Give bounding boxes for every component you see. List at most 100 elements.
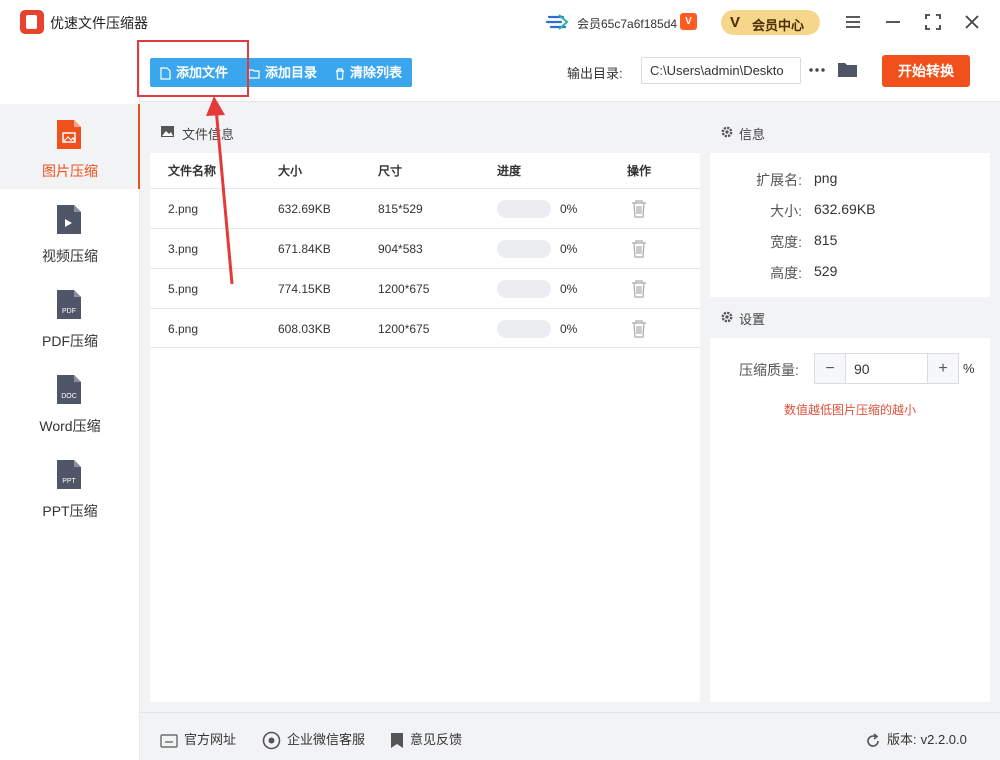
member-id: 会员65c7a6f185d4: [577, 17, 678, 31]
feedback-link[interactable]: 意见反馈: [390, 729, 462, 749]
progress-text: 0%: [560, 242, 578, 256]
percent-unit: %: [963, 361, 975, 376]
image-icon: [161, 126, 174, 137]
sidebar: 图片压缩 视频压缩 PDF PDF压缩 DOC Word压缩 PPT PPT压缩: [0, 44, 140, 760]
file-size: 774.15KB: [278, 282, 331, 296]
ppt-file-icon: PPT: [57, 460, 81, 489]
sidebar-item-label: Word压缩: [39, 418, 101, 434]
refresh-icon: [867, 732, 879, 747]
quality-input[interactable]: 90: [854, 361, 870, 377]
size-value: 632.69KB: [814, 201, 876, 217]
feedback-icon: [391, 733, 403, 749]
file-size: 671.84KB: [278, 242, 331, 256]
doc-tag: DOC: [61, 393, 77, 400]
doc-file-icon: DOC: [57, 375, 81, 404]
open-folder-icon[interactable]: [837, 60, 858, 78]
maximize-icon[interactable]: [922, 11, 944, 33]
column-header-name: 文件名称: [168, 164, 217, 178]
member-center-button[interactable]: V 会员中心: [721, 10, 820, 35]
file-name: 5.png: [168, 282, 199, 296]
output-dir-field[interactable]: C:\Users\admin\Deskto: [641, 57, 801, 84]
more-dots-icon[interactable]: [808, 61, 826, 79]
ppt-tag: PPT: [62, 478, 76, 485]
file-size: 632.69KB: [278, 202, 331, 216]
width-key: 宽度:: [770, 234, 802, 250]
feedback-label: 意见反馈: [410, 732, 463, 747]
version-label: 版本:: [887, 732, 917, 747]
menu-icon[interactable]: [842, 11, 864, 33]
file-list-panel: 文件信息 文件名称 大小 尺寸 进度 操作 2.png 632.69KB 815…: [150, 112, 700, 702]
gear-icon: [721, 311, 733, 323]
delete-icon[interactable]: [631, 239, 647, 258]
official-site-link[interactable]: 官方网址: [160, 729, 236, 748]
member-speed-icon: [545, 14, 569, 30]
settings-header: 设置: [710, 297, 990, 338]
chat-icon: [262, 731, 281, 750]
minimize-icon[interactable]: [882, 11, 904, 33]
official-site-label: 官方网址: [184, 732, 237, 747]
progress-bar: [497, 320, 551, 338]
gear-icon: [721, 126, 733, 138]
width-value: 815: [814, 232, 838, 248]
wechat-service-link[interactable]: 企业微信客服: [262, 729, 365, 750]
file-dimensions: 904*583: [378, 242, 423, 256]
quality-hint: 数值越低图片压缩的越小: [783, 403, 916, 417]
sidebar-item-word-compress[interactable]: DOC Word压缩: [0, 359, 140, 444]
file-name: 6.png: [168, 322, 199, 336]
delete-icon[interactable]: [631, 279, 647, 298]
clear-list-button[interactable]: 清除列表: [335, 58, 402, 87]
sidebar-item-ppt-compress[interactable]: PPT PPT压缩: [0, 444, 140, 529]
file-dimensions: 1200*675: [378, 322, 430, 336]
sidebar-item-pdf-compress[interactable]: PDF PDF压缩: [0, 274, 140, 359]
add-directory-button[interactable]: 添加目录: [248, 58, 317, 87]
sidebar-item-label: PDF压缩: [42, 333, 98, 349]
toolbar: 添加文件 添加目录 清除列表 输出目录: C:\Users\admin\Desk…: [137, 40, 1000, 102]
delete-icon[interactable]: [631, 199, 647, 218]
progress-text: 0%: [560, 202, 578, 216]
app-logo: [20, 10, 44, 34]
column-header-dimensions: 尺寸: [378, 164, 403, 178]
quality-stepper: − 90 +: [814, 353, 959, 384]
file-name: 3.png: [168, 242, 199, 256]
table-row[interactable]: 6.png 608.03KB 1200*675 0%: [150, 308, 700, 348]
sidebar-item-video-compress[interactable]: 视频压缩: [0, 189, 140, 274]
app-title: 优速文件压缩器: [50, 15, 148, 31]
version-number: v2.2.0.0: [920, 732, 967, 747]
annotation-highlight-box: [137, 40, 249, 97]
sidebar-item-image-compress[interactable]: 图片压缩: [0, 104, 140, 189]
title-bar: 优速文件压缩器 会员65c7a6f185d4 V V 会员中心: [0, 0, 1000, 44]
column-header-size: 大小: [278, 164, 303, 178]
size-key: 大小:: [770, 203, 802, 219]
quality-increment-button[interactable]: +: [927, 354, 958, 383]
folder-outline-icon: [248, 69, 260, 79]
footer: 官方网址 企业微信客服 意见反馈 版本: v2.2.0.0: [140, 712, 1000, 760]
table-row[interactable]: 5.png 774.15KB 1200*675 0%: [150, 268, 700, 308]
file-panel-header: 文件信息: [150, 112, 700, 153]
pdf-tag: PDF: [62, 308, 76, 315]
ext-key: 扩展名:: [756, 172, 802, 188]
table-row[interactable]: 2.png 632.69KB 815*529 0%: [150, 188, 700, 228]
quality-decrement-button[interactable]: −: [815, 354, 846, 383]
version-info[interactable]: 版本: v2.2.0.0: [865, 729, 967, 749]
table-row[interactable]: 3.png 671.84KB 904*583 0%: [150, 228, 700, 268]
height-value: 529: [814, 263, 838, 279]
settings-title: 设置: [739, 312, 766, 327]
trash-small-icon: [336, 67, 344, 80]
delete-icon[interactable]: [631, 319, 647, 338]
progress-text: 0%: [560, 282, 578, 296]
quality-label: 压缩质量:: [739, 362, 799, 378]
video-file-icon: [57, 205, 81, 234]
output-dir-label: 输出目录:: [567, 66, 623, 81]
info-settings-panel: 信息 扩展名: png 大小: 632.69KB 宽度: 815 高度: 529…: [710, 112, 990, 702]
progress-bar: [497, 280, 551, 298]
height-key: 高度:: [770, 265, 802, 281]
ext-value: png: [814, 170, 838, 186]
column-header-progress: 进度: [497, 164, 522, 178]
file-dimensions: 1200*675: [378, 282, 430, 296]
image-file-icon: [57, 120, 81, 149]
sidebar-item-label: PPT压缩: [42, 503, 98, 519]
close-icon[interactable]: [961, 11, 983, 33]
file-size: 608.03KB: [278, 322, 331, 336]
clear-list-label: 清除列表: [350, 65, 403, 80]
start-convert-button[interactable]: 开始转换: [882, 55, 970, 87]
